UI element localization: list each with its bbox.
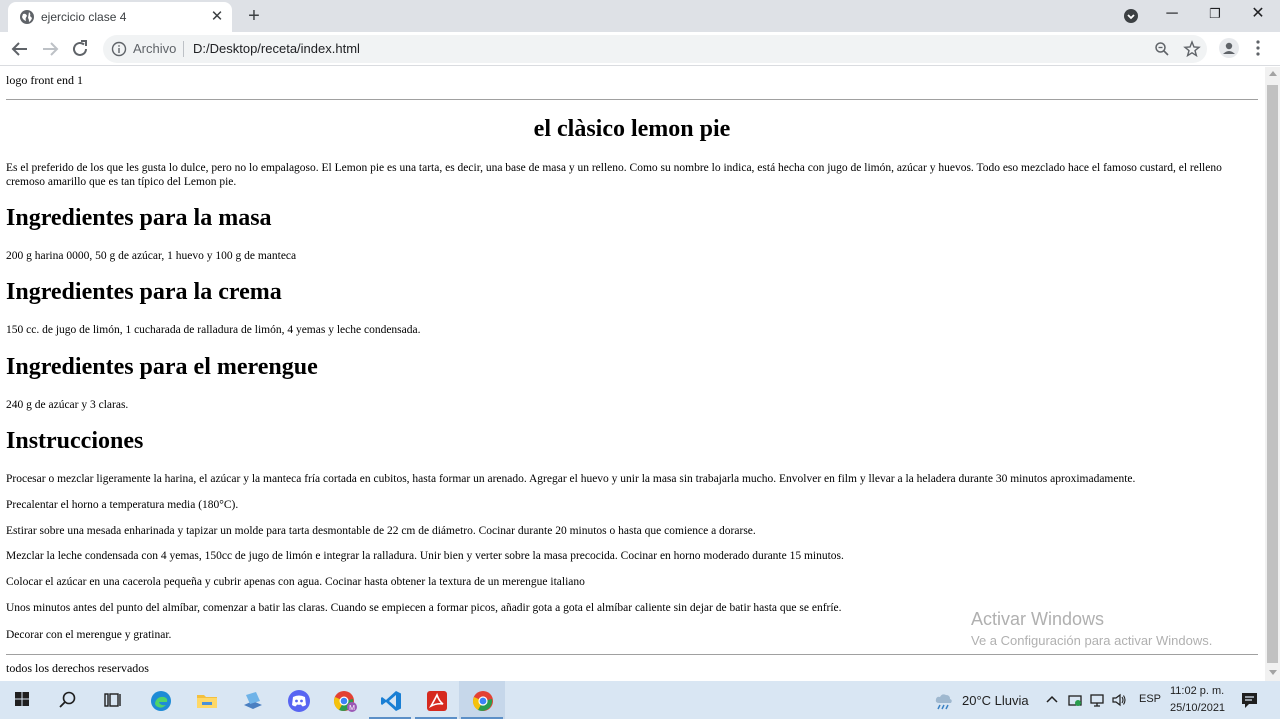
language-indicator[interactable]: ESP	[1139, 693, 1161, 705]
instruction-step: Procesar o mezclar ligeramente la harina…	[6, 473, 1136, 485]
instruction-step: Colocar el azúcar en una cacerola pequeñ…	[6, 576, 585, 588]
page-title: el clàsico lemon pie	[533, 116, 731, 142]
heading-merengue: Ingredientes para el merengue	[6, 354, 318, 380]
heading-masa: Ingredientes para la masa	[6, 205, 272, 231]
task-view-icon	[104, 693, 121, 707]
logo-text: logo front end 1	[6, 73, 83, 87]
edge-taskbar-button[interactable]	[137, 681, 183, 719]
heading-crema: Ingredientes para la crema	[6, 279, 282, 305]
task-view-button[interactable]	[90, 681, 136, 719]
kebab-menu-icon[interactable]	[1252, 38, 1264, 58]
start-button[interactable]	[0, 681, 46, 719]
close-window-button[interactable]: ✕	[1236, 0, 1280, 30]
restore-button[interactable]: ❐	[1193, 0, 1237, 30]
footer-divider	[6, 654, 1258, 655]
folder-icon	[197, 695, 217, 708]
heading-instrucciones: Instrucciones	[6, 428, 144, 454]
network-icon[interactable]	[1089, 692, 1105, 708]
address-bar[interactable]: Archivo D:/Desktop/receta/index.html	[103, 35, 1207, 63]
edge-icon	[151, 691, 171, 711]
instruction-step: Estirar sobre una mesada enharinada y ta…	[6, 525, 756, 537]
discord-taskbar-button[interactable]	[275, 681, 321, 719]
browser-toolbar: Archivo D:/Desktop/receta/index.html	[0, 32, 1280, 66]
chrome-icon	[473, 691, 493, 711]
weather-text[interactable]: 20°C Lluvia	[962, 693, 1029, 708]
chevron-up-icon[interactable]	[1044, 692, 1060, 708]
taskbar: M 20°C Lluvia ESP 11:02 p. m. 25/10/2021	[0, 681, 1280, 719]
merengue-ingredients: 240 g de azúcar y 3 claras.	[6, 399, 129, 411]
activation-watermark-title: Activar Windows	[971, 609, 1105, 629]
masa-ingredients: 200 g harina 0000, 50 g de azúcar, 1 hue…	[6, 250, 297, 262]
tab-strip: ejercicio clase 4 ✕ + ─ ❐ ✕	[0, 0, 1280, 32]
rain-weather-icon[interactable]	[933, 691, 955, 711]
windows-logo-icon	[15, 692, 29, 706]
notifications-icon[interactable]	[1241, 692, 1258, 709]
chrome-profile-taskbar-button[interactable]: M	[321, 681, 367, 719]
acrobat-taskbar-button[interactable]	[413, 681, 459, 719]
scroll-thumb[interactable]	[1267, 85, 1278, 663]
reload-icon[interactable]	[68, 37, 92, 61]
intro-paragraph: Es el preferido de los que les gusta lo …	[6, 162, 1222, 188]
footer-text: todos los derechos reservados	[6, 661, 149, 675]
new-tab-button[interactable]: +	[241, 3, 267, 29]
page-viewport: logo front end 1 el clàsico lemon pie Es…	[0, 67, 1264, 681]
vscode-icon	[381, 691, 401, 711]
tab-title: ejercicio clase 4	[41, 10, 127, 24]
instruction-step: Precalentar el horno a temperatura media…	[6, 499, 239, 511]
minimize-button[interactable]: ─	[1150, 0, 1194, 30]
search-icon	[59, 691, 76, 708]
file-explorer-taskbar-button[interactable]	[183, 681, 229, 719]
vscode-taskbar-button[interactable]	[367, 681, 413, 719]
discord-icon	[288, 690, 310, 712]
info-icon[interactable]	[111, 41, 127, 57]
globe-icon	[20, 10, 34, 24]
acrobat-icon	[427, 691, 447, 711]
connection-label: Archivo	[133, 41, 177, 56]
device-icon[interactable]	[1067, 692, 1083, 708]
back-arrow-icon[interactable]	[8, 37, 32, 61]
clock-date[interactable]: 25/10/2021	[1170, 702, 1225, 714]
url-text[interactable]: D:/Desktop/receta/index.html	[193, 41, 360, 56]
instruction-step: Mezclar la leche condensada con 4 yemas,…	[6, 550, 844, 562]
scroll-down-arrow-icon[interactable]	[1269, 670, 1277, 675]
header-divider	[6, 99, 1258, 100]
bookmark-star-icon[interactable]	[1183, 40, 1201, 58]
browser-tab[interactable]: ejercicio clase 4 ✕	[8, 2, 232, 32]
volume-icon[interactable]	[1111, 692, 1127, 708]
activation-watermark-subtitle: Ve a Configuración para activar Windows.	[971, 633, 1213, 648]
tab-close-icon[interactable]: ✕	[207, 7, 227, 27]
address-divider	[183, 41, 184, 57]
scroll-up-arrow-icon[interactable]	[1269, 71, 1277, 76]
person-icon	[1223, 42, 1235, 54]
clock-time[interactable]: 11:02 p. m.	[1170, 685, 1224, 697]
chrome-profile-icon: M	[334, 691, 357, 712]
crema-ingredients: 150 cc. de jugo de limón, 1 cucharada de…	[6, 324, 421, 336]
app-icon	[244, 692, 262, 709]
vertical-scrollbar[interactable]	[1265, 67, 1280, 681]
svg-text:M: M	[349, 705, 355, 712]
tab-search-icon[interactable]	[1123, 8, 1139, 24]
forward-arrow-icon[interactable]	[38, 37, 62, 61]
search-button[interactable]	[45, 681, 91, 719]
profile-avatar-icon[interactable]	[1219, 38, 1239, 58]
zoom-icon[interactable]	[1154, 41, 1170, 57]
chrome-taskbar-button[interactable]	[459, 681, 505, 719]
app-taskbar-button[interactable]	[229, 681, 275, 719]
